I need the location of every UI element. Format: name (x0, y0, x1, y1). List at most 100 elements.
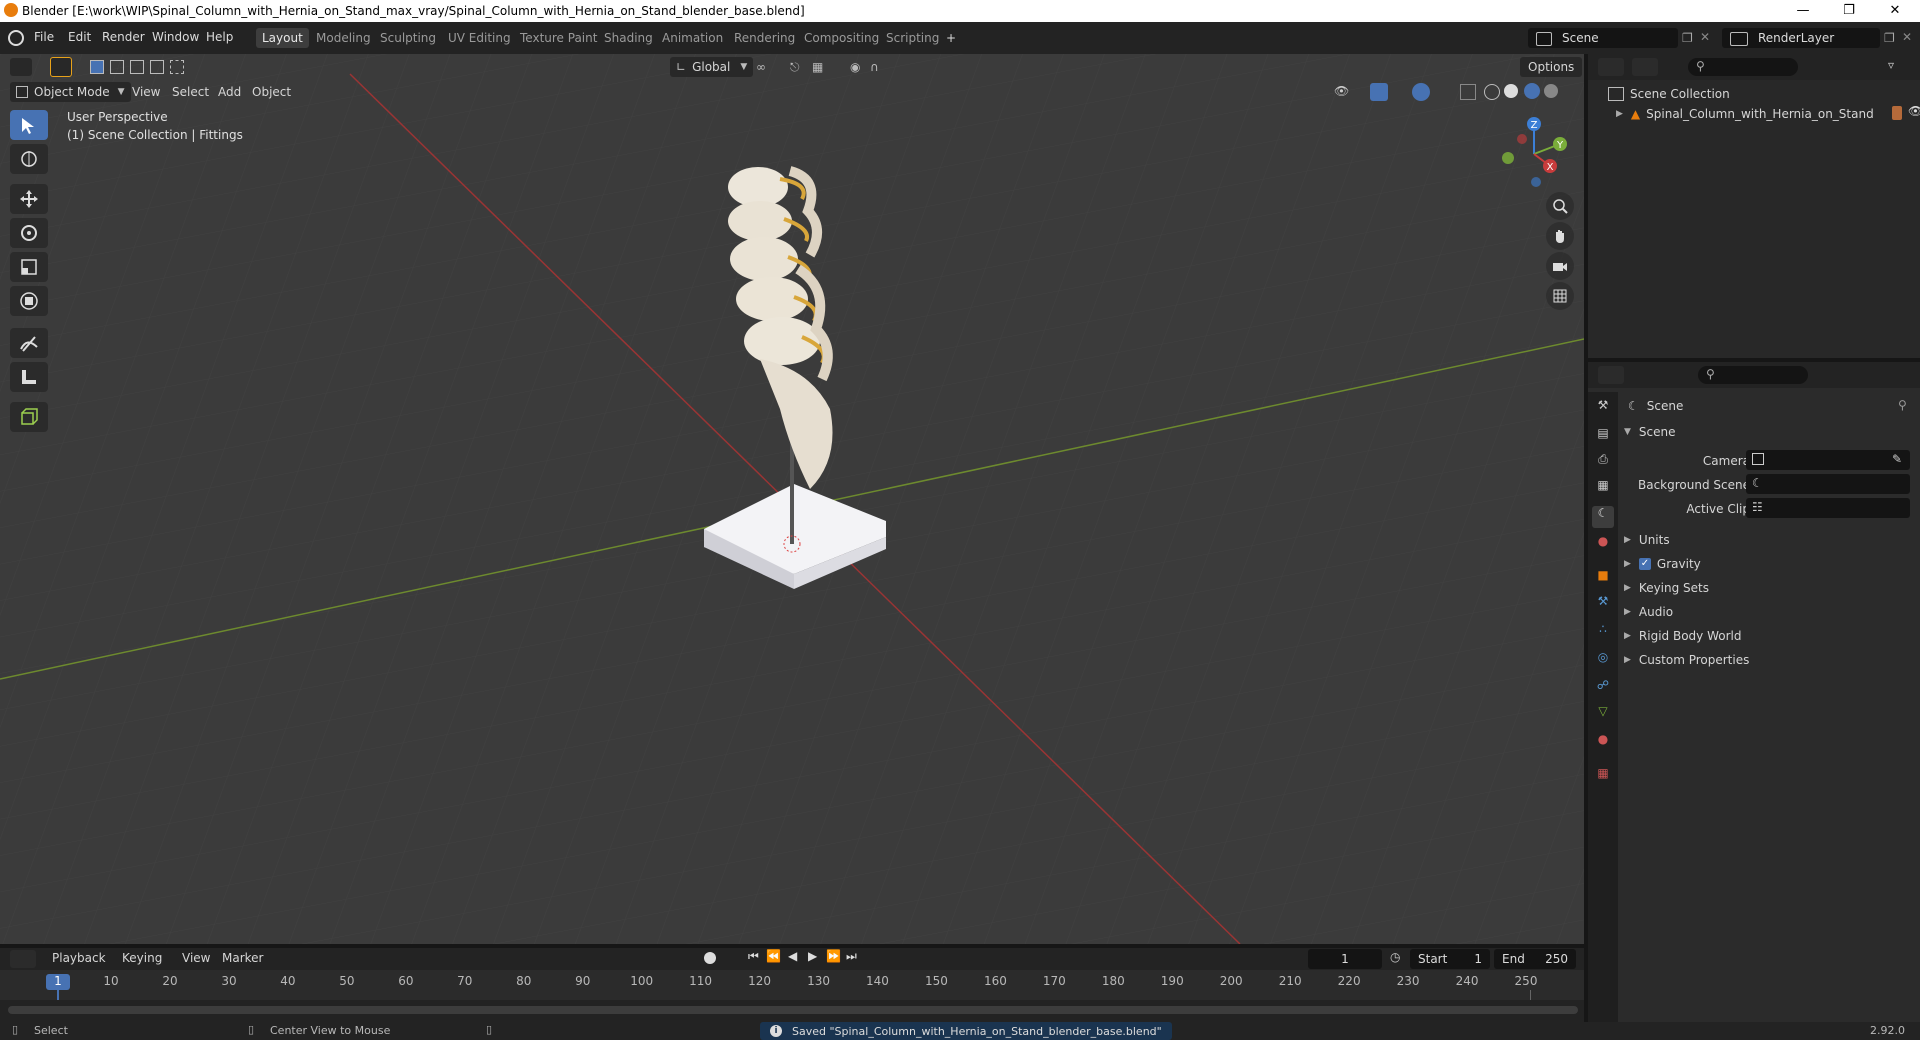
tab-uv-editing[interactable]: UV Editing (442, 28, 517, 48)
tab-material[interactable]: ● (1592, 732, 1614, 754)
select-tool-icon[interactable] (50, 57, 72, 77)
spinal-column-model[interactable] (690, 159, 910, 619)
timeline-scrollbar[interactable] (8, 1006, 1578, 1014)
panel-gravity[interactable]: ▶ ✓ Gravity (1624, 554, 1701, 574)
menu-keying[interactable]: Keying (122, 948, 162, 968)
menu-object[interactable]: Object (252, 82, 291, 102)
play-reverse-icon[interactable]: ◀ (788, 949, 797, 963)
select-mode-new-icon[interactable] (90, 60, 104, 74)
end-frame-field[interactable]: End 250 (1494, 949, 1576, 969)
minimize-button[interactable]: — (1780, 0, 1826, 22)
tab-layout[interactable]: Layout (256, 28, 309, 48)
tab-physics[interactable]: ◎ (1592, 650, 1614, 672)
zoom-view-button[interactable] (1546, 192, 1574, 220)
tool-annotate[interactable] (10, 328, 48, 358)
new-renderlayer-icon[interactable]: ❐ (1884, 31, 1895, 45)
current-frame-field[interactable]: 1 (1308, 949, 1382, 969)
tab-world[interactable]: ● (1592, 534, 1614, 556)
menu-select[interactable]: Select (172, 82, 209, 102)
panel-audio[interactable]: ▶ Audio (1624, 602, 1673, 622)
tab-texture-paint[interactable]: Texture Paint (514, 28, 603, 48)
menu-render[interactable]: Render (102, 30, 145, 44)
material-shading-icon[interactable] (1524, 83, 1540, 99)
tab-scene[interactable]: ☾ (1592, 506, 1614, 528)
tool-scale[interactable] (10, 252, 48, 282)
select-mode-subtract-icon[interactable] (130, 60, 144, 74)
eye-icon[interactable]: 👁 (1908, 104, 1920, 118)
tool-move[interactable] (10, 184, 48, 214)
tool-add-cube[interactable] (10, 402, 48, 432)
wireframe-shading-icon[interactable] (1484, 84, 1500, 100)
select-mode-intersect-icon[interactable] (170, 60, 184, 74)
tab-compositing[interactable]: Compositing (798, 28, 885, 48)
tool-transform[interactable] (10, 286, 48, 316)
start-frame-field[interactable]: Start 1 (1410, 949, 1490, 969)
solid-shading-icon[interactable] (1504, 84, 1518, 98)
snap-target-icon[interactable]: ▦ (812, 60, 823, 74)
eyedropper-icon[interactable]: ✎ (1892, 452, 1902, 466)
timeline-editor-type-icon[interactable] (10, 950, 36, 968)
menu-playback[interactable]: Playback (52, 948, 106, 968)
tool-cursor[interactable] (10, 144, 48, 174)
record-icon[interactable] (704, 952, 716, 964)
outliner-item[interactable]: ▶ ▲ Spinal_Column_with_Hernia_on_Stand 👁 (1616, 104, 1920, 124)
menu-timeline-view[interactable]: View (182, 948, 210, 968)
transform-orientation-dropdown[interactable]: ∟ Global ▼ (670, 57, 754, 77)
tab-modifiers[interactable]: ⚒ (1592, 594, 1614, 616)
remove-scene-icon[interactable]: ✕ (1700, 30, 1710, 44)
background-scene-field[interactable]: ☾ (1746, 474, 1910, 494)
menu-help[interactable]: Help (206, 30, 233, 44)
tool-measure[interactable] (10, 362, 48, 392)
pan-view-button[interactable] (1546, 222, 1574, 250)
menu-window[interactable]: Window (152, 30, 199, 44)
filter-icon[interactable]: ▿ (1888, 58, 1894, 72)
blender-menu-icon[interactable] (8, 30, 24, 46)
panel-units[interactable]: ▶ Units (1624, 530, 1670, 550)
panel-custom-properties[interactable]: ▶ Custom Properties (1624, 650, 1749, 670)
panel-keying-sets[interactable]: ▶ Keying Sets (1624, 578, 1709, 598)
camera-view-button[interactable] (1546, 252, 1574, 280)
gizmo-toggle-icon[interactable] (1370, 83, 1388, 101)
mode-dropdown[interactable]: Object Mode ▼ (10, 82, 131, 102)
proportional-edit-icon[interactable]: ◉ (850, 60, 860, 74)
properties-search-input[interactable]: ⚲ (1698, 366, 1808, 384)
menu-edit[interactable]: Edit (68, 30, 91, 44)
play-icon[interactable]: ▶ (808, 949, 817, 963)
menu-view[interactable]: View (132, 82, 160, 102)
visibility-icon[interactable]: 👁 (1334, 84, 1349, 98)
display-mode-icon[interactable] (1632, 58, 1658, 76)
camera-field[interactable]: ✎ (1746, 450, 1910, 470)
scene-section-header[interactable]: ▼ Scene (1624, 422, 1676, 442)
properties-editor-type-icon[interactable] (1598, 366, 1624, 384)
outliner-scene-collection[interactable]: Scene Collection (1608, 84, 1730, 104)
pin-icon[interactable]: ⚲ (1898, 398, 1907, 412)
restore-button[interactable]: ❐ (1826, 0, 1872, 22)
tab-tool[interactable]: ⚒ (1592, 398, 1614, 420)
expand-arrow-icon[interactable]: ▶ (1616, 109, 1623, 119)
outliner-editor-type-icon[interactable] (1598, 58, 1624, 76)
menu-marker[interactable]: Marker (222, 948, 263, 968)
add-workspace-button[interactable]: + (940, 28, 962, 48)
tab-sculpting[interactable]: Sculpting (374, 28, 442, 48)
jump-end-icon[interactable]: ⏭ (846, 949, 857, 964)
overlay-toggle-icon[interactable] (1412, 83, 1430, 101)
navigation-gizmo[interactable]: Z Y X (1494, 114, 1574, 194)
select-mode-extend-icon[interactable] (110, 60, 124, 74)
close-button[interactable]: ✕ (1872, 0, 1918, 22)
snap-icon[interactable]: ⎋ (790, 60, 800, 75)
select-mode-invert-icon[interactable] (150, 60, 164, 74)
tab-output[interactable]: ⎙ (1592, 452, 1614, 474)
active-clip-field[interactable]: ☷ (1746, 498, 1910, 518)
tab-rendering[interactable]: Rendering (728, 28, 801, 48)
tab-scripting[interactable]: Scripting (880, 28, 945, 48)
editor-type-icon[interactable] (10, 58, 32, 76)
tab-render[interactable]: ▤ (1592, 426, 1614, 448)
tab-data[interactable]: ▽ (1592, 704, 1614, 726)
clock-icon[interactable]: ◷ (1390, 950, 1400, 964)
tab-shading[interactable]: Shading (598, 28, 659, 48)
tab-modeling[interactable]: Modeling (310, 28, 377, 48)
rendered-shading-icon[interactable] (1544, 84, 1558, 98)
outliner-search-input[interactable]: ⚲ (1688, 58, 1798, 76)
tab-constraints[interactable]: ☍ (1592, 678, 1614, 700)
tool-select-box[interactable] (10, 110, 48, 140)
